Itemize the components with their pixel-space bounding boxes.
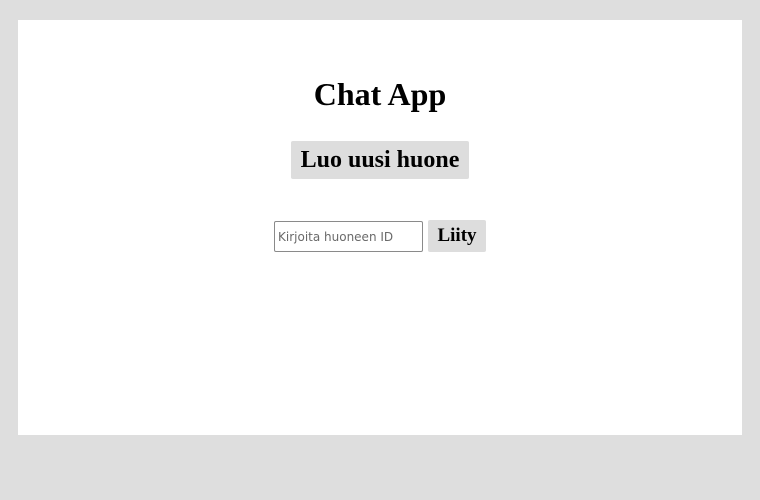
main-panel: Chat App Luo uusi huone Liity xyxy=(18,20,742,435)
room-id-input[interactable] xyxy=(274,221,423,252)
join-button[interactable]: Liity xyxy=(428,220,486,252)
create-room-button[interactable]: Luo uusi huone xyxy=(291,141,469,179)
page-title: Chat App xyxy=(313,76,447,112)
